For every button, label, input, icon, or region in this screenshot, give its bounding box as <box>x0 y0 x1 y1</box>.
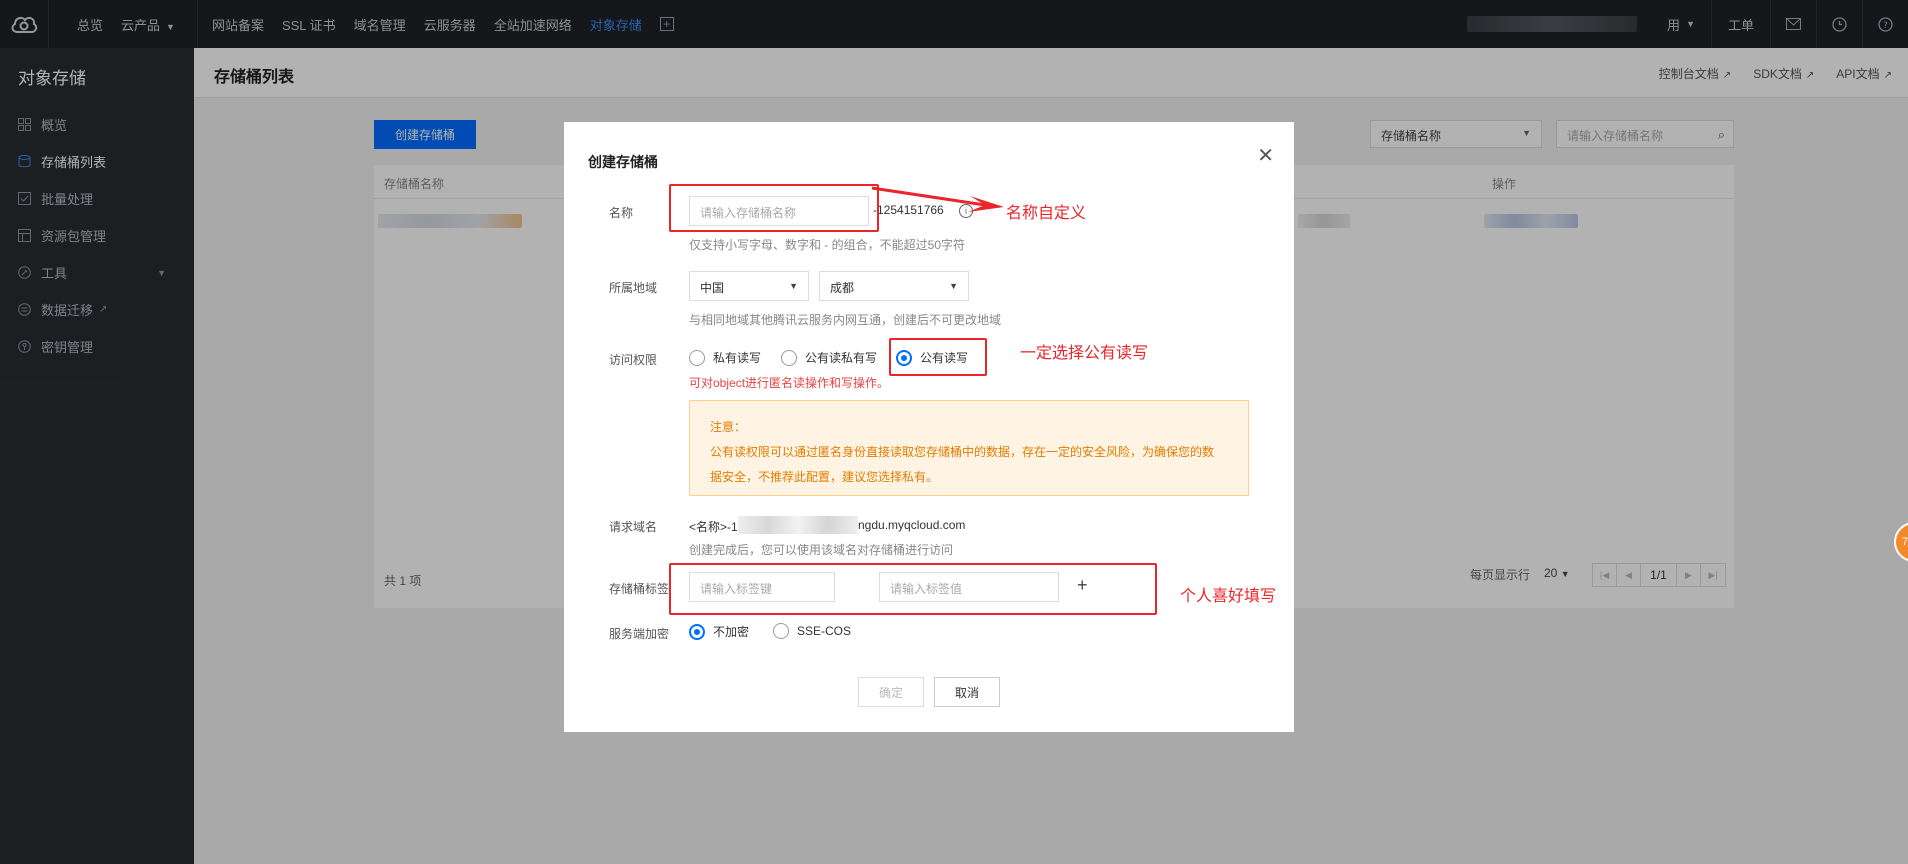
annotation-tags: 个人喜好填写 <box>1180 588 1277 605</box>
annotation-arrow-icon <box>871 186 1004 212</box>
annotation-access: 一定选择公有读写 <box>1020 345 1149 362</box>
annotation-name: 名称自定义 <box>1006 205 1087 222</box>
